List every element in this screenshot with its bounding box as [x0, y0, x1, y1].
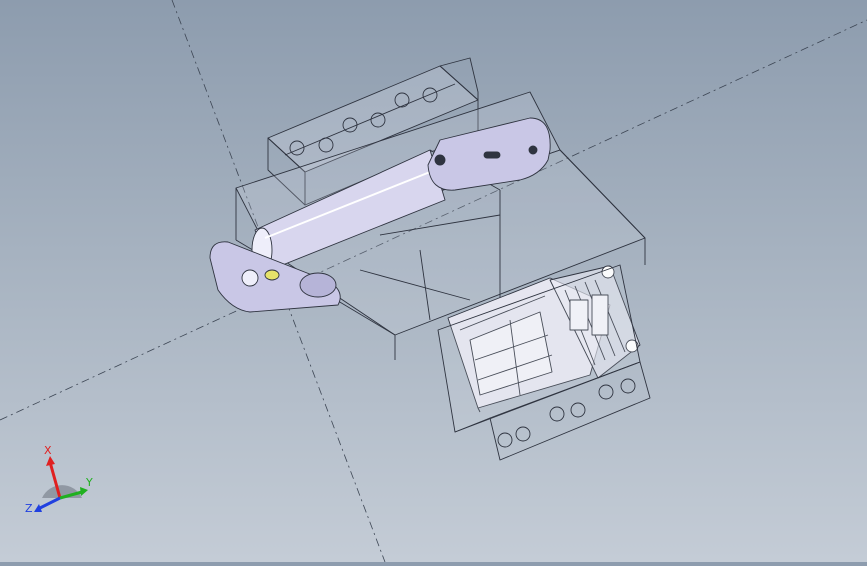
triad-z-label: Z: [25, 502, 33, 515]
triad-y-label: Y: [85, 476, 93, 489]
model-viewport[interactable]: X Y Z: [0, 0, 867, 563]
triad-z-axis: [39, 496, 61, 510]
assembly-model[interactable]: [209, 57, 651, 461]
model-canvas[interactable]: [0, 0, 867, 563]
orientation-triad[interactable]: X Y Z: [20, 440, 100, 530]
triad-x-arrowhead: [46, 456, 55, 466]
triad-x-label: X: [44, 444, 52, 457]
